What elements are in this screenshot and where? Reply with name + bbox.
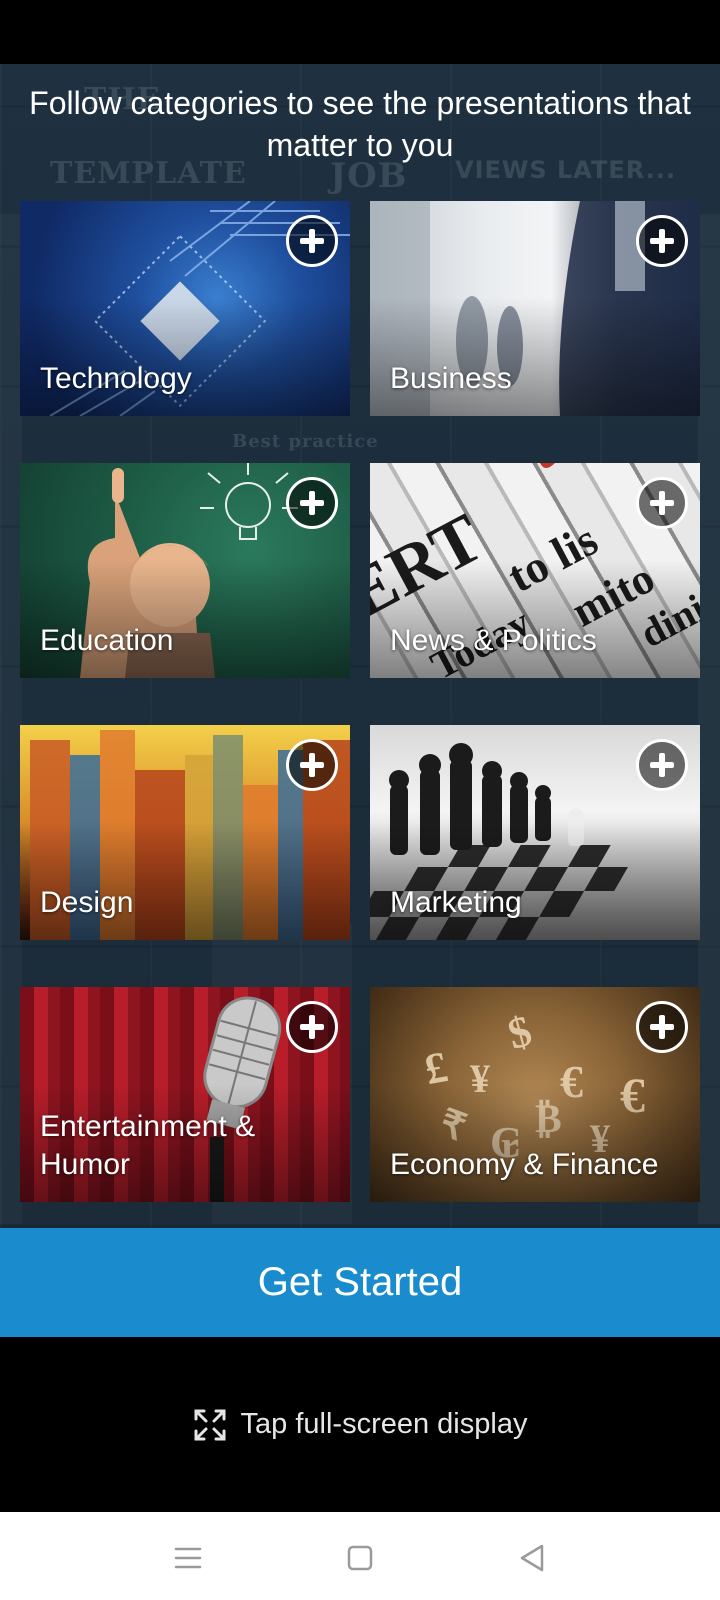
category-tile-marketing[interactable]: Marketing [370,725,700,940]
category-label: Marketing [390,886,522,919]
category-tile-design[interactable]: Design [20,725,350,940]
status-bar [0,0,720,64]
category-label: News & Politics [390,624,597,657]
category-tile-technology[interactable]: Technology [20,201,350,416]
get-started-button[interactable]: Get Started [0,1228,720,1337]
category-tile-economy-finance[interactable]: $ £ ¥ € € ₹ ₿ ₢ ¥ Economy & Finance [370,987,700,1202]
plus-icon[interactable] [636,477,688,529]
plus-icon[interactable] [286,739,338,791]
back-triangle-icon[interactable] [514,1540,550,1576]
category-tile-news-politics[interactable]: ERT to lis Today mito dinis News & Polit… [370,463,700,678]
category-label: Education [40,624,174,657]
home-square-icon[interactable] [342,1540,378,1576]
menu-icon[interactable] [170,1540,206,1576]
category-label: Design [40,886,134,919]
category-label: Economy & Finance [390,1148,659,1181]
page-headline: Follow categories to see the presentatio… [29,85,691,163]
expand-icon [193,1408,227,1442]
plus-icon[interactable] [636,215,688,267]
category-label: Entertainment & Humor [40,1110,256,1181]
plus-icon[interactable] [286,215,338,267]
plus-icon[interactable] [286,1001,338,1053]
category-tile-entertainment-humor[interactable]: Entertainment & Humor [20,987,350,1202]
category-tile-business[interactable]: Business [370,201,700,416]
plus-icon[interactable] [286,477,338,529]
category-label: Technology [40,362,192,395]
fullscreen-prompt[interactable]: Tap full-screen display [0,1337,720,1512]
category-label: Business [390,362,512,395]
fullscreen-label: Tap full-screen display [240,1408,528,1440]
system-navigation-bar [0,1512,720,1600]
plus-icon[interactable] [636,739,688,791]
plus-icon[interactable] [636,1001,688,1053]
onboarding-screen: THE TEMPLATE JOB VIEWS LATER... Best pra… [0,64,720,1228]
category-tile-education[interactable]: Education [20,463,350,678]
